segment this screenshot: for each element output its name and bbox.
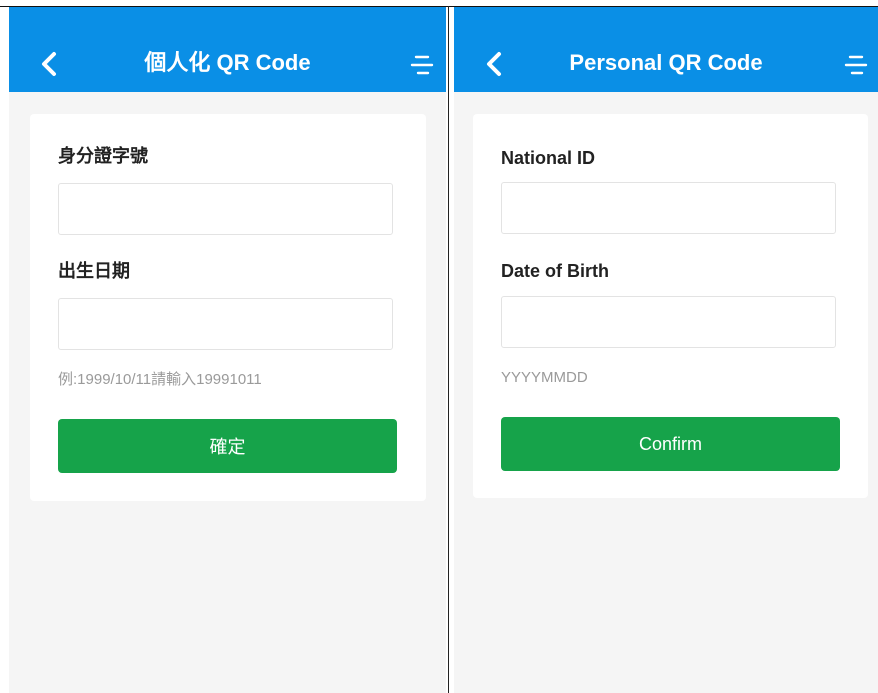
national-id-label: 身分證字號 <box>58 146 148 166</box>
national-id-input[interactable] <box>501 182 836 234</box>
page-title: Personal QR Code <box>569 50 763 75</box>
national-id-input[interactable] <box>58 183 393 235</box>
app-header: 個人化 QR Code <box>9 7 446 92</box>
confirm-button[interactable]: 確定 <box>58 419 397 473</box>
form-card: National ID Date of Birth YYYYMMDD Confi… <box>473 114 868 498</box>
national-id-label: National ID <box>501 148 596 168</box>
confirm-button[interactable]: Confirm <box>501 417 840 471</box>
date-of-birth-input[interactable] <box>58 298 393 350</box>
date-format-hint: YYYYMMDD <box>501 369 588 386</box>
screen-english: Personal QR Code National ID Date of Bir… <box>454 7 878 693</box>
form-card: 身分證字號 出生日期 例:1999/10/11請輸入19991011 確定 <box>30 114 426 501</box>
app-header: Personal QR Code <box>454 7 878 92</box>
date-of-birth-label: Date of Birth <box>501 261 609 281</box>
screen-chinese: 個人化 QR Code 身分證字號 出生日期 例:1999/10/11請輸入19… <box>9 7 446 693</box>
date-format-hint: 例:1999/10/11請輸入19991011 <box>58 371 262 388</box>
page-title: 個人化 QR Code <box>144 50 311 75</box>
date-of-birth-label: 出生日期 <box>58 261 130 281</box>
screen-divider <box>448 6 449 693</box>
date-of-birth-input[interactable] <box>501 296 836 348</box>
menu-icon[interactable] <box>844 53 868 77</box>
menu-icon[interactable] <box>410 53 434 77</box>
